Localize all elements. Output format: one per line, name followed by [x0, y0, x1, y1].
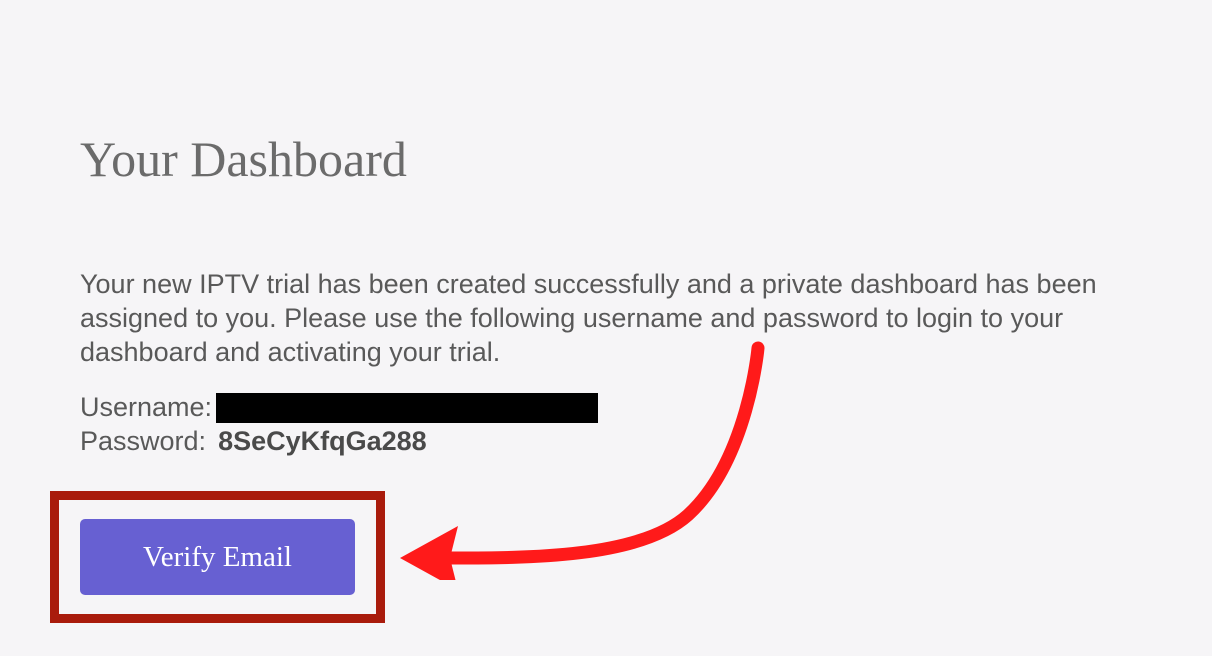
- username-redacted: [216, 393, 598, 423]
- password-label: Password:: [80, 425, 206, 459]
- username-row: Username:: [80, 391, 1132, 425]
- intro-paragraph: Your new IPTV trial has been created suc…: [80, 268, 1100, 369]
- verify-email-button[interactable]: Verify Email: [80, 519, 355, 595]
- page-title: Your Dashboard: [80, 130, 1132, 188]
- username-label: Username:: [80, 391, 212, 425]
- password-row: Password: 8SeCyKfqGa288: [80, 425, 1132, 459]
- password-value: 8SeCyKfqGa288: [218, 425, 427, 459]
